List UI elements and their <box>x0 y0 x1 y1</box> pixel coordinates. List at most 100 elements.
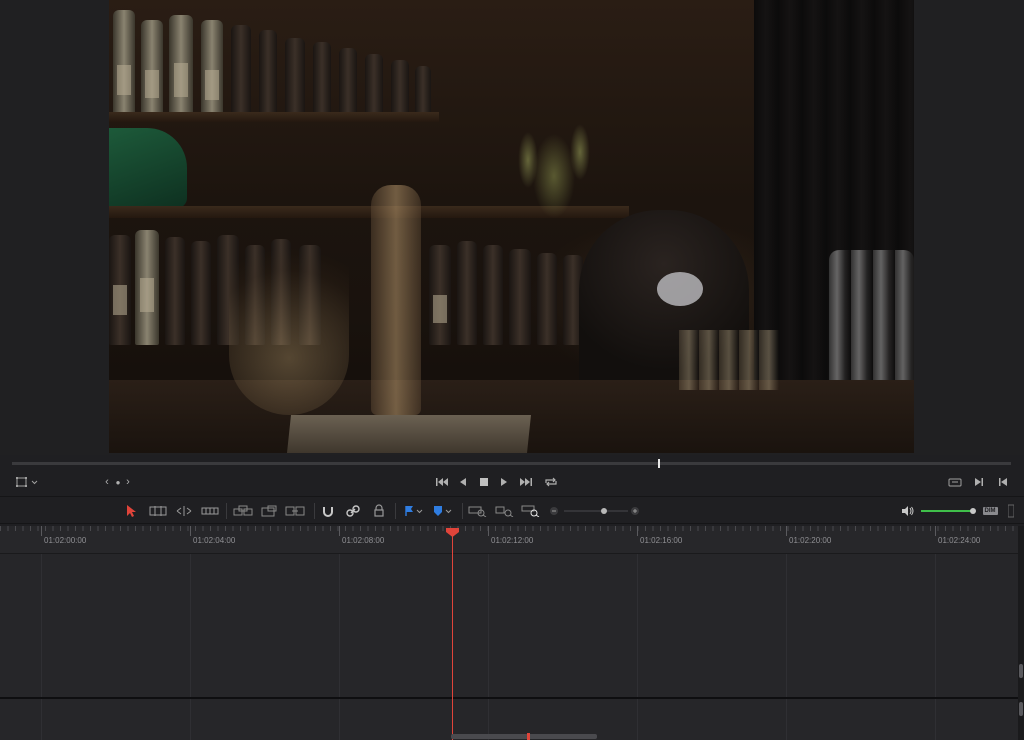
timeline-playhead[interactable] <box>452 536 453 740</box>
dim-label: DIM <box>982 507 998 515</box>
prev-edit-icon <box>999 478 1007 486</box>
arrow-pointer-icon <box>127 505 136 517</box>
scrollbar-playhead-mark <box>527 733 530 740</box>
blade-icon <box>201 507 219 515</box>
dim-button[interactable]: DIM <box>981 503 999 519</box>
volume-slider-track <box>921 508 976 514</box>
timeline-tracks[interactable] <box>0 554 1018 740</box>
timeline-ruler[interactable]: 01:02:00:00 01:02:04:00 01:02:08:00 01:0… <box>0 526 1018 554</box>
timeline-toolbar: DIM <box>0 496 1024 524</box>
video-frame[interactable] <box>109 0 914 453</box>
chevron-right-icon: › <box>126 476 130 488</box>
position-lock-button[interactable] <box>371 503 387 519</box>
audio-meter-toggle[interactable] <box>1007 503 1015 519</box>
loop-button[interactable] <box>542 472 560 492</box>
ruler-major-tick <box>488 526 489 536</box>
overwrite-clip-button[interactable] <box>259 503 279 519</box>
selection-tool-button[interactable] <box>124 503 138 519</box>
zoom-detail-button[interactable] <box>494 503 516 519</box>
zoom-custom-button[interactable] <box>520 503 542 519</box>
clip-indicator[interactable]: ● <box>113 472 123 492</box>
skip-start-icon <box>436 478 448 486</box>
lock-icon <box>374 504 384 517</box>
viewer-scrub-bar[interactable] <box>12 462 1011 465</box>
glass-decanter <box>229 225 349 415</box>
ruler-major-tick <box>190 526 191 536</box>
timeline-vertical-scrollbar[interactable] <box>1018 526 1024 740</box>
upper-shelf <box>109 112 439 122</box>
link-icon <box>346 505 360 517</box>
video-scroll-thumb[interactable] <box>1019 664 1023 678</box>
ruler-timecode: 01:02:00:00 <box>44 536 87 545</box>
plus-icon <box>631 507 639 515</box>
volume-slider[interactable] <box>920 503 978 519</box>
next-edit-button[interactable] <box>972 472 986 492</box>
grid-line <box>488 554 489 740</box>
go-to-start-button[interactable] <box>434 472 450 492</box>
audio-scroll-thumb[interactable] <box>1019 702 1023 716</box>
insert-clip-icon <box>233 505 253 516</box>
replace-clip-icon <box>285 506 305 516</box>
ruler-major-tick <box>41 526 42 536</box>
next-clip-nav[interactable]: › <box>123 472 133 492</box>
next-edit-icon <box>975 478 983 486</box>
book-on-counter <box>287 415 531 453</box>
play-reverse-button[interactable] <box>456 472 470 492</box>
viewer-playhead-marker[interactable] <box>658 459 660 468</box>
match-frame-button[interactable] <box>946 472 964 492</box>
zoom-full-icon <box>468 506 487 517</box>
speaker-icon <box>902 506 914 516</box>
upper-shelf-bottles <box>109 0 449 120</box>
ruler-timecode: 01:02:08:00 <box>342 536 385 545</box>
green-lamp <box>109 128 187 208</box>
dynamic-trim-icon <box>176 506 192 516</box>
grid-line <box>935 554 936 740</box>
prev-edit-button[interactable] <box>996 472 1010 492</box>
stop-button[interactable] <box>477 472 491 492</box>
toolbar-separator <box>395 503 396 519</box>
zoom-out-button[interactable] <box>548 503 560 519</box>
go-to-end-button[interactable] <box>517 472 535 492</box>
play-button[interactable] <box>497 472 511 492</box>
play-icon <box>501 478 507 486</box>
ruler-timecode: 01:02:12:00 <box>491 536 534 545</box>
face-mask <box>657 272 703 306</box>
marker-dropdown-button[interactable] <box>430 503 456 519</box>
transport-bar: ‹ ● › <box>0 472 1024 494</box>
toolbar-separator <box>462 503 463 519</box>
timeline-horizontal-scrollbar[interactable] <box>451 734 597 739</box>
zoom-detail-icon <box>495 506 514 517</box>
dot-icon: ● <box>115 477 121 487</box>
insert-clip-button[interactable] <box>232 503 254 519</box>
magnet-icon <box>323 507 333 517</box>
toolbar-separator <box>226 503 227 519</box>
dynamic-trim-button[interactable] <box>174 503 194 519</box>
ruler-timecode: 01:02:24:00 <box>938 536 981 545</box>
viewer-mode-button[interactable] <box>14 472 40 492</box>
volume-button[interactable] <box>900 503 916 519</box>
plant-stems <box>489 80 619 240</box>
prev-clip-nav[interactable]: ‹ <box>102 472 112 492</box>
grid-line <box>786 554 787 740</box>
trim-tool-button[interactable] <box>148 503 168 519</box>
ruler-major-tick <box>339 526 340 536</box>
glassware <box>679 330 779 390</box>
video-audio-divider[interactable] <box>0 697 1018 699</box>
play-reverse-icon <box>460 478 466 486</box>
flag-dropdown-button[interactable] <box>402 503 426 519</box>
zoom-in-button[interactable] <box>629 503 641 519</box>
linked-selection-button[interactable] <box>345 503 361 519</box>
grid-line <box>339 554 340 740</box>
ruler-major-tick <box>637 526 638 536</box>
zoom-slider[interactable] <box>564 503 628 519</box>
zoom-custom-icon <box>521 505 540 517</box>
snapping-button[interactable] <box>320 503 336 519</box>
replace-clip-button[interactable] <box>284 503 306 519</box>
skip-end-icon <box>520 478 532 486</box>
blade-tool-button[interactable] <box>200 503 220 519</box>
marker-icon <box>434 506 452 516</box>
grid-line <box>190 554 191 740</box>
chevron-left-icon: ‹ <box>105 476 109 488</box>
toolbar-separator <box>314 503 315 519</box>
zoom-full-button[interactable] <box>467 503 489 519</box>
